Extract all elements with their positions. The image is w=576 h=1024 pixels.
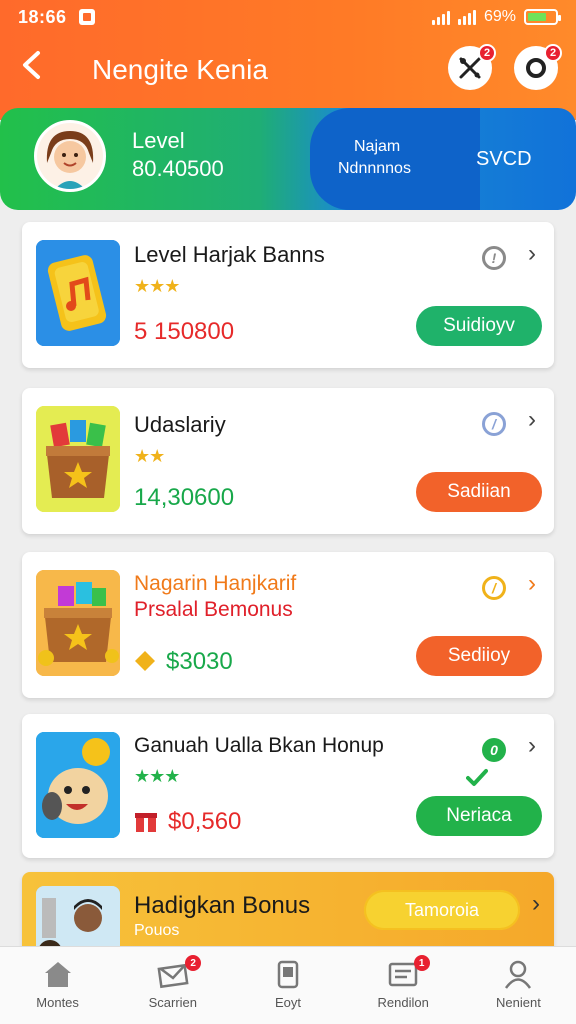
gift-icon (134, 808, 158, 834)
battery-icon (524, 9, 561, 25)
banner-dark-panel (310, 108, 480, 210)
star-rating: ★★ (134, 446, 165, 466)
card-title: Nagarin Hanjkarif (134, 572, 297, 595)
card-title: Udaslariy (134, 412, 226, 437)
settings-badge: 2 (544, 44, 562, 62)
nav-badge: 1 (413, 955, 430, 971)
chevron-right-icon[interactable]: › (528, 406, 536, 434)
info-icon[interactable]: 0 (482, 738, 506, 762)
star-rating: ★★★ (134, 766, 180, 786)
tools-badge: 2 (478, 44, 496, 62)
status-bar: 18:66 69% (18, 6, 561, 28)
level-label: Level (132, 128, 185, 153)
level-banner[interactable]: Level 80.40500 Najam Ndnnnnos SVCD (0, 108, 576, 210)
nav-item-profile[interactable]: Nenient (461, 947, 576, 1024)
nav-item-mail[interactable]: 2 Scarrien (115, 947, 230, 1024)
card-subtitle: Pouos (134, 922, 180, 939)
nav-label: Rendilon (377, 995, 429, 1010)
nav-label: Nenient (496, 995, 541, 1010)
mascot-icon (36, 732, 120, 838)
home-icon (44, 962, 71, 987)
card-thumbnail (36, 732, 120, 838)
level-value: 80.40500 (132, 156, 224, 181)
bonus-card-1[interactable]: Level Harjak Banns ★★★ 5 150800 ! › Suid… (22, 222, 554, 368)
crossed-tools-icon (459, 57, 481, 79)
card-action-button[interactable]: Tamoroia (364, 890, 520, 930)
bonus-card-3[interactable]: Nagarin Hanjkarif Prsalal Bemonus $3030 … (22, 552, 554, 698)
card-amount: 14,30600 (134, 484, 235, 511)
coin-icon (134, 650, 156, 672)
card-thumbnail (36, 570, 120, 676)
card-subtitle: Prsalal Bemonus (134, 598, 293, 621)
banner-mid-line2: Ndnnnnos (338, 160, 411, 177)
app-header: 18:66 69% Nengite Kenia 2 2 (0, 0, 576, 120)
back-button[interactable] (20, 50, 54, 90)
ring-icon (526, 58, 546, 78)
nav-label: Scarrien (148, 995, 198, 1010)
banner-mid-line1: Najam (354, 138, 401, 155)
star-rating: ★★★ (134, 276, 180, 296)
nav-label: Eoyt (275, 995, 302, 1010)
info-icon[interactable]: / (482, 576, 506, 600)
card-action-button[interactable]: Suidioyv (416, 306, 542, 346)
card-amount: $0,560 (168, 808, 242, 835)
chevron-right-icon[interactable]: › (528, 570, 536, 598)
status-right: 69% (431, 8, 561, 26)
card-title: Hadigkan Bonus (134, 892, 311, 919)
nav-item-home[interactable]: Montes (0, 947, 115, 1024)
signal-icon (431, 9, 450, 25)
mail-icon (157, 963, 189, 989)
card-thumbnail (36, 240, 120, 346)
bonus-card-4[interactable]: Ganuah Ualla Bkan Honup ★★★ $0,560 0 › N… (22, 714, 554, 858)
checkmark-icon (466, 768, 488, 788)
card-title: Ganuah Ualla Bkan Honup (134, 734, 384, 757)
avatar[interactable] (34, 120, 106, 192)
nav-label: Montes (36, 995, 79, 1010)
info-icon[interactable]: ! (482, 246, 506, 270)
card-amount: $3030 (166, 648, 233, 675)
card-thumbnail (36, 406, 120, 512)
battery-text: 69% (483, 8, 516, 25)
settings-button[interactable]: 2 (514, 44, 562, 90)
chevron-right-icon[interactable]: › (528, 240, 536, 268)
card-action-button[interactable]: Sediioy (416, 636, 542, 676)
nav-item-clipboard[interactable]: Eoyt (230, 947, 345, 1024)
chevron-right-icon[interactable]: › (532, 890, 540, 918)
card-amount: 5 150800 (134, 318, 235, 345)
clipboard-icon (277, 960, 299, 989)
banner-right-label: SVCD (476, 148, 532, 170)
wifi-signal-icon (457, 9, 476, 25)
profile-icon (505, 960, 532, 989)
nav-badge: 2 (185, 955, 202, 971)
info-icon[interactable]: / (482, 412, 506, 436)
avatar-girl-icon (37, 123, 103, 189)
tools-button[interactable]: 2 (448, 44, 496, 90)
chevron-right-icon[interactable]: › (528, 732, 536, 760)
page-title: Nengite Kenia (92, 54, 268, 85)
bottom-nav: Montes 2 Scarrien Eoyt 1 Rendilon Nenien… (0, 946, 576, 1024)
notification-icon (78, 9, 95, 25)
card-action-button[interactable]: Sadiian (416, 472, 542, 512)
bonus-card-2[interactable]: Udaslariy ★★ 14,30600 / › Sadiian (22, 388, 554, 534)
chevron-left-icon (23, 51, 40, 79)
card-action-button[interactable]: Neriaca (416, 796, 542, 836)
card-title: Level Harjak Banns (134, 242, 325, 267)
nav-item-list[interactable]: 1 Rendilon (346, 947, 461, 1024)
phone-music-icon (36, 240, 120, 346)
treasure-box-icon (36, 406, 120, 512)
gift-box-icon (36, 570, 120, 676)
status-time: 18:66 (18, 6, 67, 27)
